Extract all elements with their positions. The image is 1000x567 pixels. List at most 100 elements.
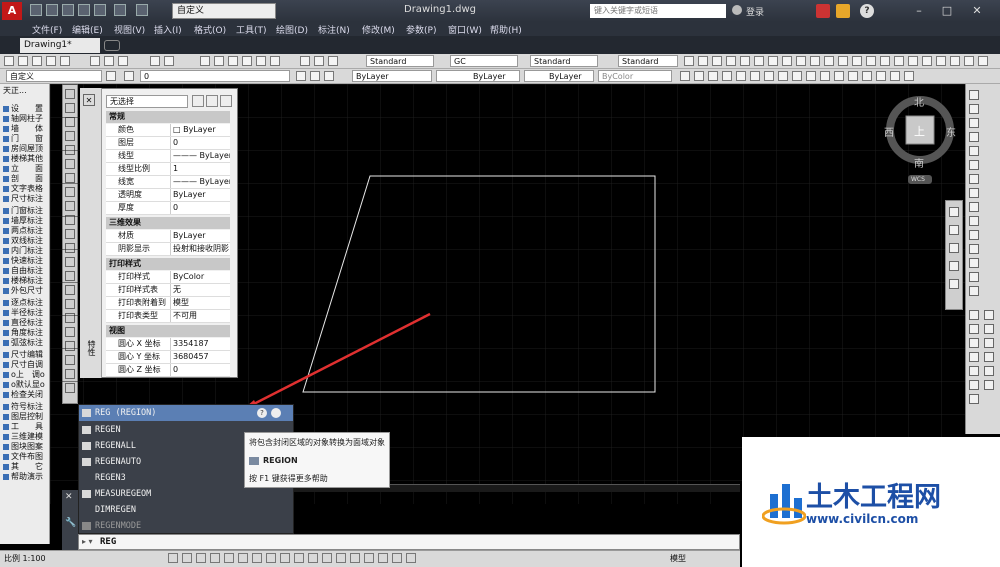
app-menu-button[interactable]: A: [2, 2, 22, 20]
pan-icon[interactable]: [949, 225, 959, 235]
toolbar-icon[interactable]: [866, 56, 876, 66]
workspace-settings-icon[interactable]: [106, 71, 116, 81]
toolbar-icon[interactable]: [314, 56, 324, 66]
toggle-pickadd-icon[interactable]: [192, 95, 204, 107]
toolbar-icon[interactable]: [862, 71, 872, 81]
toolbar-icon[interactable]: [764, 71, 774, 81]
undo-icon[interactable]: [114, 4, 126, 16]
menu-dimension[interactable]: 标注(N): [318, 23, 350, 36]
property-row[interactable]: 图层 0: [106, 137, 230, 150]
property-row[interactable]: 打印样式 ByColor: [106, 271, 230, 284]
property-row[interactable]: 线型 ——— ByLayer: [106, 150, 230, 163]
status-icon[interactable]: [392, 553, 402, 563]
tool-icon[interactable]: [984, 352, 994, 362]
orbit-icon[interactable]: [949, 261, 959, 271]
toolbar-icon[interactable]: [46, 56, 56, 66]
palette-item[interactable]: 帮助演示: [3, 471, 43, 482]
status-icon[interactable]: [322, 553, 332, 563]
scale-indicator[interactable]: 比例 1:100: [4, 553, 46, 564]
section-view[interactable]: 视图: [106, 325, 230, 337]
toolbar-icon[interactable]: [964, 56, 974, 66]
compass-west[interactable]: 西: [884, 124, 894, 139]
toolbar-icon[interactable]: [838, 56, 848, 66]
status-icon[interactable]: [266, 553, 276, 563]
toolbar-icon[interactable]: [270, 56, 280, 66]
toolbar-icon[interactable]: [104, 56, 114, 66]
toolbar-icon[interactable]: [256, 56, 266, 66]
section-plot-style[interactable]: 打印样式: [106, 258, 230, 270]
status-icon[interactable]: [406, 553, 416, 563]
palette-item[interactable]: 尺寸标注: [3, 193, 43, 204]
tool-icon[interactable]: [969, 380, 979, 390]
property-row[interactable]: 材质 ByLayer: [106, 230, 230, 243]
toolbar-icon[interactable]: [848, 71, 858, 81]
menu-edit[interactable]: 编辑(E): [72, 23, 103, 36]
toolbar-icon[interactable]: [726, 56, 736, 66]
property-row[interactable]: 颜色 □ ByLayer: [106, 124, 230, 137]
tool-icon[interactable]: [969, 160, 979, 170]
status-icon[interactable]: [196, 553, 206, 563]
select-objects-icon[interactable]: [206, 95, 218, 107]
property-row[interactable]: 厚度 0: [106, 202, 230, 215]
help-icon[interactable]: ?: [257, 408, 267, 418]
search-input[interactable]: 键入关键字或短语: [590, 4, 726, 18]
property-row[interactable]: 圆心 Y 坐标 3680457: [106, 351, 230, 364]
autocomplete-item[interactable]: MEASUREGEOM: [79, 486, 293, 502]
a360-icon[interactable]: [836, 4, 850, 18]
menu-insert[interactable]: 插入(I): [154, 23, 182, 36]
property-row[interactable]: 打印表类型 不可用: [106, 310, 230, 323]
property-row[interactable]: 打印表附着到 模型: [106, 297, 230, 310]
toolbar-icon[interactable]: [18, 56, 28, 66]
toolbar-icon[interactable]: [852, 56, 862, 66]
toolbar-icon[interactable]: [736, 71, 746, 81]
zoom-icon[interactable]: [949, 243, 959, 253]
menu-draw[interactable]: 绘图(D): [276, 23, 308, 36]
autocomplete-item[interactable]: REGENMODE: [79, 518, 293, 534]
status-icon[interactable]: [350, 553, 360, 563]
toolbar-icon[interactable]: [228, 56, 238, 66]
color-dropdown[interactable]: ByLayer: [352, 70, 432, 82]
tool-icon[interactable]: [969, 174, 979, 184]
property-row[interactable]: 圆心 Z 坐标 0: [106, 364, 230, 377]
toolbar-icon[interactable]: [796, 56, 806, 66]
toolbar-icon[interactable]: [708, 71, 718, 81]
tool-icon[interactable]: [969, 146, 979, 156]
toolbar-icon[interactable]: [722, 71, 732, 81]
menu-window[interactable]: 窗口(W): [448, 23, 482, 36]
menu-format[interactable]: 格式(O): [194, 23, 226, 36]
toolbar-icon[interactable]: [890, 71, 900, 81]
status-icon[interactable]: [294, 553, 304, 563]
plotstyle-dropdown[interactable]: ByColor: [598, 70, 672, 82]
wrench-icon[interactable]: 🔧: [65, 518, 76, 528]
compass-east[interactable]: 东: [946, 124, 956, 139]
steering-wheel-icon[interactable]: [949, 207, 959, 217]
workspace-dropdown[interactable]: 自定义: [172, 3, 276, 19]
command-prompt-icon[interactable]: ▸ ▾: [82, 537, 93, 546]
login-button[interactable]: 登录: [746, 5, 764, 18]
tool-icon[interactable]: [984, 338, 994, 348]
section-3d-effects[interactable]: 三维效果: [106, 217, 230, 229]
quick-select-icon[interactable]: [220, 95, 232, 107]
toolbar-icon[interactable]: [894, 56, 904, 66]
toolbar-icon[interactable]: [922, 56, 932, 66]
globe-icon[interactable]: [271, 408, 281, 418]
toolbar-icon[interactable]: [904, 71, 914, 81]
tool-icon[interactable]: [969, 132, 979, 142]
tool-icon[interactable]: [969, 202, 979, 212]
toolbar-icon[interactable]: [310, 71, 320, 81]
menu-view[interactable]: 视图(V): [114, 23, 145, 36]
toolbar-icon[interactable]: [750, 71, 760, 81]
layer-properties-icon[interactable]: [124, 71, 134, 81]
tool-icon[interactable]: [969, 230, 979, 240]
status-icon[interactable]: [378, 553, 388, 563]
tool-icon[interactable]: [969, 394, 979, 404]
toolbar-icon[interactable]: [214, 56, 224, 66]
tool-icon[interactable]: [969, 104, 979, 114]
compass-south[interactable]: 南: [914, 155, 924, 170]
toolbar-icon[interactable]: [300, 56, 310, 66]
menu-help[interactable]: 帮助(H): [490, 23, 522, 36]
compass-north[interactable]: 北: [914, 94, 924, 109]
status-icon[interactable]: [168, 553, 178, 563]
tool-icon[interactable]: [969, 352, 979, 362]
toolbar-icon[interactable]: [834, 71, 844, 81]
